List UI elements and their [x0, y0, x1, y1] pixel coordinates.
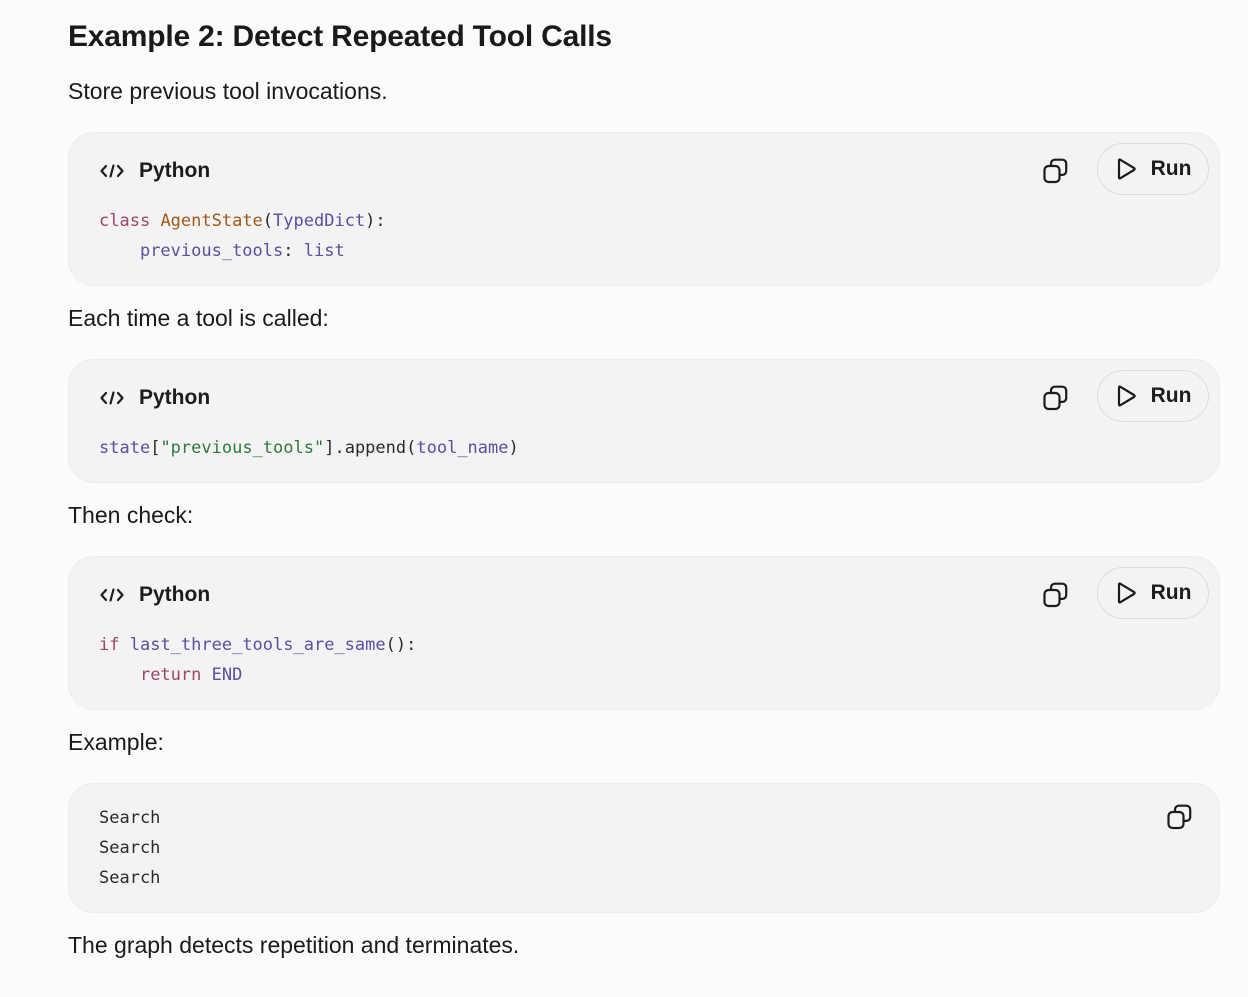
copy-icon [1043, 582, 1068, 608]
punct: (): [385, 635, 417, 655]
code-content: state["previous_tools"].append(tool_name… [99, 433, 519, 463]
run-button[interactable]: Run [1097, 567, 1209, 619]
punct: ( [406, 438, 417, 458]
run-label: Run [1150, 581, 1192, 604]
code-brackets-icon [99, 585, 125, 605]
copy-icon [1043, 385, 1068, 411]
run-button[interactable]: Run [1097, 370, 1209, 422]
copy-button[interactable] [1039, 154, 1073, 188]
code-line-2: previous_tools: list [99, 241, 345, 261]
function-name: last_three_tools_are_same [129, 635, 386, 655]
code-line-3: Search [99, 868, 161, 888]
code-line-2: Search [99, 838, 161, 858]
run-label: Run [1150, 384, 1192, 407]
language-label: Python [139, 159, 211, 182]
copy-icon [1043, 158, 1068, 184]
keyword: if [99, 635, 120, 655]
punct: ): [365, 211, 386, 231]
variable: state [99, 438, 151, 458]
string-literal: "previous_tools" [160, 438, 325, 458]
code-line-1: Search [99, 808, 161, 828]
code-block-1: Python Run class AgentState(TypedDict): … [68, 132, 1220, 286]
code-line-2: return END [99, 665, 242, 685]
punct: ( [262, 211, 274, 231]
run-button[interactable]: Run [1097, 143, 1209, 195]
copy-icon [1167, 804, 1192, 830]
code-content: if last_three_tools_are_same(): return E… [99, 630, 416, 690]
method-name: append [344, 438, 407, 458]
code-block-4: Search Search Search [68, 783, 1220, 913]
play-icon [1117, 385, 1136, 407]
each-time-paragraph: Each time a tool is called: [68, 305, 329, 331]
punct: [ [150, 438, 161, 458]
class-name: AgentState [160, 211, 263, 231]
copy-button[interactable] [1039, 578, 1073, 612]
base-class: TypedDict [273, 211, 366, 231]
language-label: Python [139, 583, 211, 606]
then-check-paragraph: Then check: [68, 502, 194, 528]
intro-paragraph: Store previous tool invocations. [68, 78, 388, 104]
constant: END [211, 665, 243, 685]
punct: ) [508, 438, 519, 458]
argument: tool_name [416, 438, 509, 458]
code-block-header: Python [99, 153, 210, 189]
code-block-header: Python [99, 380, 210, 416]
attribute: previous_tools [139, 241, 284, 261]
code-content: Search Search Search [99, 803, 160, 893]
copy-button[interactable] [1163, 800, 1197, 834]
punct: ] [324, 438, 335, 458]
code-brackets-icon [99, 388, 125, 408]
run-label: Run [1150, 157, 1192, 180]
section-heading: Example 2: Detect Repeated Tool Calls [68, 20, 612, 53]
language-label: Python [139, 386, 211, 409]
punct: . [334, 438, 345, 458]
code-line-1: class AgentState(TypedDict): [99, 211, 386, 231]
example-paragraph: Example: [68, 729, 164, 755]
code-block-header: Python [99, 577, 210, 613]
type-name: list [303, 241, 345, 261]
keyword: return [139, 665, 202, 685]
code-brackets-icon [99, 161, 125, 181]
code-line-1: state["previous_tools"].append(tool_name… [99, 438, 519, 458]
code-block-3: Python Run if last_three_tools_are_same(… [68, 556, 1220, 710]
keyword: class [99, 211, 151, 231]
conclusion-paragraph: The graph detects repetition and termina… [68, 932, 520, 958]
code-block-2: Python Run state["previous_tools"].appen… [68, 359, 1220, 483]
copy-button[interactable] [1039, 381, 1073, 415]
code-content: class AgentState(TypedDict): previous_to… [99, 206, 386, 266]
punct: : [283, 241, 304, 261]
play-icon [1117, 158, 1136, 180]
play-icon [1117, 582, 1136, 604]
code-line-1: if last_three_tools_are_same(): [99, 635, 416, 655]
